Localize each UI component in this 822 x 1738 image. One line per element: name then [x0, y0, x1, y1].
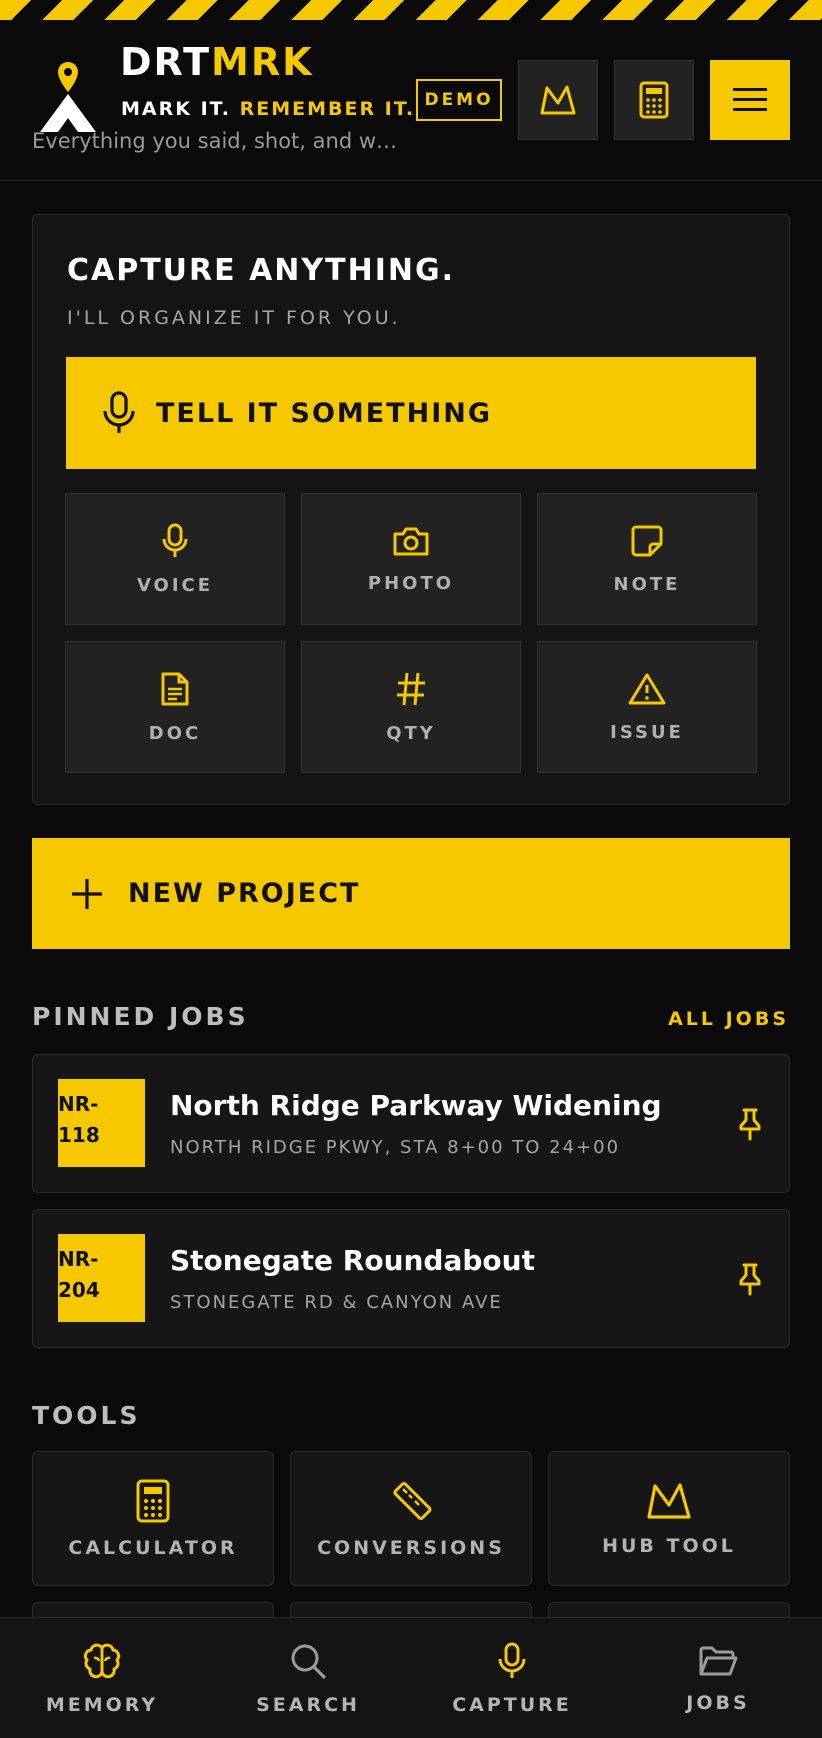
note-icon — [631, 525, 663, 556]
tell-it-something-button[interactable]: TELL IT SOMETHING — [66, 357, 756, 469]
tile-label: QTY — [386, 722, 436, 744]
pin-icon[interactable] — [737, 1107, 763, 1141]
hamburger-icon — [733, 88, 767, 111]
nav-label: SEARCH — [256, 1693, 360, 1716]
capture-note-tile[interactable]: NOTE — [537, 493, 757, 625]
brand-wordmark: DRTMRK — [120, 40, 314, 84]
demo-badge: DEMO — [416, 79, 502, 121]
job-name: Stonegate Roundabout — [170, 1244, 535, 1277]
plus-icon — [72, 878, 102, 909]
nav-label: MEMORY — [45, 1693, 159, 1716]
tell-it-something-label: TELL IT SOMETHING — [156, 397, 493, 429]
job-location: STONEGATE RD & CANYON AVE — [170, 1292, 503, 1313]
nav-label: JOBS — [686, 1691, 750, 1714]
tile-label: VOICE — [136, 574, 214, 596]
nav-capture[interactable]: CAPTURE — [412, 1618, 612, 1738]
hub-icon — [540, 85, 576, 115]
bottom-nav: MEMORY SEARCH CAPTURE JOBS — [0, 1617, 822, 1738]
camera-icon — [393, 527, 429, 555]
capture-voice-tile[interactable]: VOICE — [65, 493, 285, 625]
nav-memory[interactable]: MEMORY — [2, 1618, 202, 1738]
mic-icon — [498, 1642, 526, 1678]
capture-issue-tile[interactable]: ISSUE — [537, 641, 757, 773]
brain-icon — [83, 1643, 121, 1678]
search-icon — [291, 1644, 326, 1679]
document-icon — [161, 672, 189, 705]
folder-icon — [699, 1646, 738, 1675]
mic-icon — [103, 391, 135, 433]
tools-heading: TOOLS — [32, 1401, 141, 1430]
tile-label: NOTE — [613, 573, 681, 595]
tool-calculator[interactable]: CALCULATOR — [32, 1451, 274, 1586]
job-id-badge: NR- 204 — [58, 1234, 145, 1322]
ruler-icon — [393, 1481, 432, 1520]
calculator-icon — [136, 1479, 170, 1522]
warning-icon — [628, 673, 666, 704]
tile-label: ISSUE — [610, 721, 684, 743]
capture-qty-tile[interactable]: QTY — [301, 641, 521, 773]
new-project-label: NEW PROJECT — [128, 878, 361, 909]
capture-card: CAPTURE ANYTHING. I'LL ORGANIZE IT FOR Y… — [32, 214, 790, 805]
pin-icon[interactable] — [737, 1262, 763, 1296]
mic-icon — [162, 523, 188, 557]
tool-conversions[interactable]: CONVERSIONS — [290, 1451, 532, 1586]
calculator-button[interactable] — [614, 60, 694, 140]
nav-jobs[interactable]: JOBS — [618, 1618, 818, 1738]
pinned-jobs-heading: PINNED JOBS — [32, 1002, 249, 1031]
calculator-icon — [639, 81, 669, 119]
hash-icon — [397, 672, 425, 705]
job-card[interactable]: NR- 118 North Ridge Parkway Widening NORT… — [32, 1054, 790, 1193]
hub-tool-button[interactable] — [518, 60, 598, 140]
all-jobs-link[interactable]: ALL JOBS — [668, 1008, 789, 1030]
menu-button[interactable] — [710, 60, 790, 140]
tile-label: DOC — [148, 722, 202, 744]
job-name: North Ridge Parkway Widening — [170, 1089, 662, 1122]
tile-label: PHOTO — [367, 572, 455, 594]
capture-doc-tile[interactable]: DOC — [65, 641, 285, 773]
job-card[interactable]: NR- 204 Stonegate Roundabout STONEGATE RD… — [32, 1209, 790, 1348]
tool-label: HUB TOOL — [602, 1534, 736, 1557]
capture-title: CAPTURE ANYTHING. — [67, 253, 455, 288]
hub-icon — [647, 1482, 691, 1519]
nav-search[interactable]: SEARCH — [208, 1618, 408, 1738]
hazard-stripe — [0, 0, 822, 20]
capture-photo-tile[interactable]: PHOTO — [301, 493, 521, 625]
job-location: NORTH RIDGE PKWY, STA 8+00 TO 24+00 — [170, 1137, 621, 1158]
header-subtitle: Everything you said, shot, and wr... — [32, 129, 402, 153]
logo-icon — [40, 62, 96, 132]
brand-tagline: MARK IT. REMEMBER IT. — [121, 98, 416, 120]
nav-label: CAPTURE — [452, 1693, 572, 1716]
capture-subtitle: I'LL ORGANIZE IT FOR YOU. — [67, 307, 401, 329]
new-project-button[interactable]: NEW PROJECT — [32, 838, 790, 949]
app-header: DRTMRK MARK IT. REMEMBER IT. Everything … — [0, 20, 822, 181]
tool-label: CONVERSIONS — [317, 1536, 505, 1559]
tool-label: CALCULATOR — [68, 1536, 238, 1559]
job-id-badge: NR- 118 — [58, 1079, 145, 1167]
tool-hub[interactable]: HUB TOOL — [548, 1451, 790, 1586]
